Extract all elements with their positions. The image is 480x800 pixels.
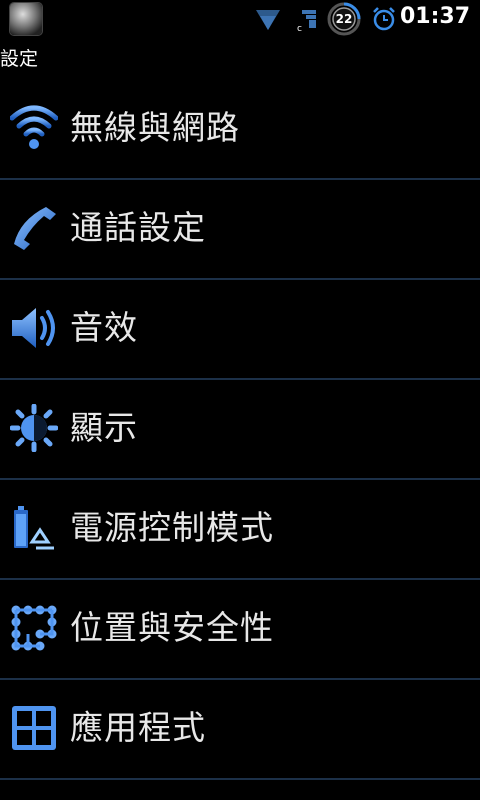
settings-item-sound[interactable]: 音效 bbox=[0, 280, 480, 380]
settings-item-power-control[interactable]: 電源控制模式 bbox=[0, 480, 480, 580]
settings-item-label: 無線與網路 bbox=[70, 108, 240, 147]
svg-text:c: c bbox=[297, 24, 302, 32]
svg-text:22: 22 bbox=[336, 12, 353, 26]
phone-icon bbox=[14, 207, 56, 250]
settings-item-location-security[interactable]: 位置與安全性 bbox=[0, 580, 480, 680]
settings-item-applications[interactable]: 應用程式 bbox=[0, 680, 480, 780]
settings-item-label: 通話設定 bbox=[70, 208, 206, 247]
clock: 01:37 bbox=[399, 4, 470, 29]
settings-item-label: 電源控制模式 bbox=[70, 508, 274, 547]
settings-item-display[interactable]: 顯示 bbox=[0, 380, 480, 480]
settings-list: 無線與網路 通話設定 音效 顯示 電源控制模式 位置與安全性 應用程式 bbox=[0, 80, 480, 780]
applications-icon bbox=[12, 706, 56, 750]
speaker-icon bbox=[12, 308, 55, 348]
battery-icon: 22 bbox=[327, 2, 361, 36]
status-bar: c 22 01:37 bbox=[0, 0, 480, 38]
wifi-icon bbox=[256, 10, 280, 30]
settings-item-label: 位置與安全性 bbox=[70, 608, 274, 647]
app-icon bbox=[10, 3, 42, 35]
settings-item-wireless-networks[interactable]: 無線與網路 bbox=[0, 80, 480, 180]
location-security-icon bbox=[11, 605, 57, 651]
page-title: 設定 bbox=[0, 48, 39, 70]
alarm-icon bbox=[373, 7, 395, 31]
settings-item-label: 音效 bbox=[70, 308, 138, 347]
settings-item-call-settings[interactable]: 通話設定 bbox=[0, 180, 480, 280]
brightness-icon bbox=[10, 404, 58, 452]
settings-item-label: 應用程式 bbox=[70, 708, 206, 747]
battery-recycle-icon bbox=[14, 506, 54, 550]
signal-icon: c bbox=[297, 10, 316, 32]
wifi-icon bbox=[10, 105, 58, 149]
settings-item-label: 顯示 bbox=[70, 408, 138, 447]
